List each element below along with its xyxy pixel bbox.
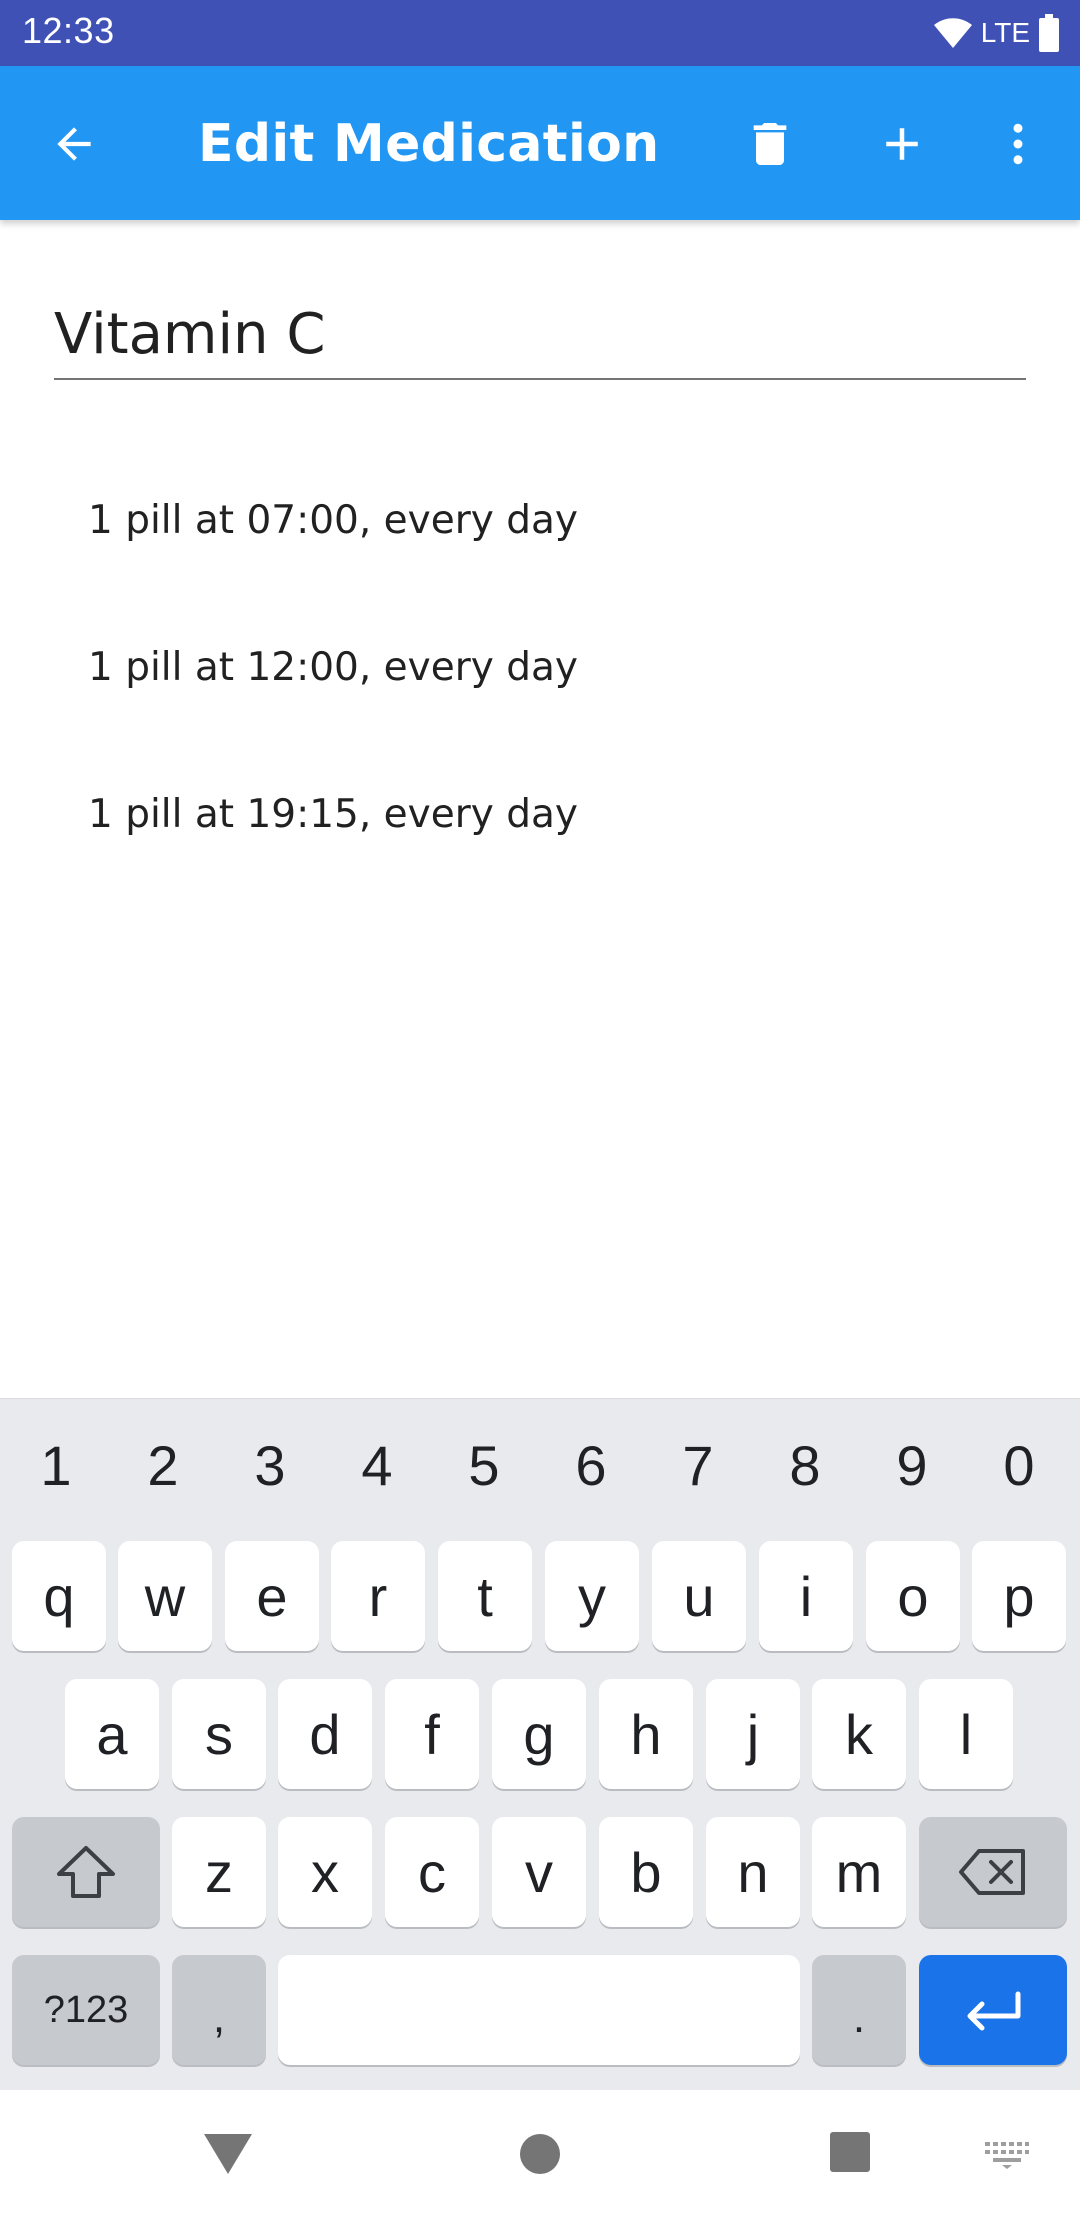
overflow-menu-button[interactable]: [978, 104, 1058, 184]
key-u[interactable]: u: [652, 1541, 746, 1651]
home-circle-icon: [520, 2134, 560, 2174]
shift-key[interactable]: [12, 1817, 160, 1927]
back-button[interactable]: [34, 104, 114, 184]
key-o[interactable]: o: [866, 1541, 960, 1651]
key-0[interactable]: 0: [969, 1433, 1069, 1498]
key-h[interactable]: h: [599, 1679, 693, 1789]
key-c[interactable]: c: [385, 1817, 479, 1927]
key-v[interactable]: v: [492, 1817, 586, 1927]
key-w[interactable]: w: [118, 1541, 212, 1651]
keyboard-icon: [985, 2142, 1029, 2169]
schedule-item[interactable]: 1 pill at 12:00, every day: [88, 645, 578, 690]
symbols-key[interactable]: ?123: [12, 1955, 160, 2065]
key-d[interactable]: d: [278, 1679, 372, 1789]
soft-keyboard: 1 2 3 4 5 6 7 8 9 0 q w e r t y u i o p …: [0, 1398, 1080, 2090]
recents-square-icon: [830, 2132, 870, 2172]
key-y[interactable]: y: [545, 1541, 639, 1651]
enter-key[interactable]: [919, 1955, 1067, 2065]
app-bar: Edit Medication: [0, 66, 1080, 220]
navigation-bar: [0, 2090, 1080, 2220]
key-1[interactable]: 1: [6, 1433, 106, 1498]
key-2[interactable]: 2: [113, 1433, 213, 1498]
shift-arrow-icon: [57, 1846, 115, 1898]
key-r[interactable]: r: [331, 1541, 425, 1651]
back-arrow-icon: [57, 127, 91, 161]
medication-name-input[interactable]: [54, 290, 1026, 380]
wifi-icon: [933, 18, 972, 48]
enter-arrow-icon: [967, 1991, 1021, 2031]
key-n[interactable]: n: [706, 1817, 800, 1927]
key-a[interactable]: a: [65, 1679, 159, 1789]
plus-icon: [886, 128, 918, 160]
key-e[interactable]: e: [225, 1541, 319, 1651]
schedule-item[interactable]: 1 pill at 07:00, every day: [88, 498, 578, 543]
key-k[interactable]: k: [812, 1679, 906, 1789]
keyboard-switch-button[interactable]: [984, 2140, 1030, 2175]
key-f[interactable]: f: [385, 1679, 479, 1789]
key-5[interactable]: 5: [434, 1433, 534, 1498]
key-s[interactable]: s: [172, 1679, 266, 1789]
nav-back-button[interactable]: [200, 2130, 256, 2183]
schedule-item[interactable]: 1 pill at 19:15, every day: [88, 792, 578, 837]
key-9[interactable]: 9: [862, 1433, 962, 1498]
comma-key[interactable]: ,: [172, 1955, 266, 2065]
page-title: Edit Medication: [198, 114, 660, 174]
key-7[interactable]: 7: [648, 1433, 748, 1498]
key-l[interactable]: l: [919, 1679, 1013, 1789]
nav-home-button[interactable]: [518, 2132, 562, 2181]
battery-icon: [1039, 14, 1059, 52]
key-z[interactable]: z: [172, 1817, 266, 1927]
key-q[interactable]: q: [12, 1541, 106, 1651]
add-schedule-button[interactable]: [862, 104, 942, 184]
key-m[interactable]: m: [812, 1817, 906, 1927]
key-4[interactable]: 4: [327, 1433, 427, 1498]
key-j[interactable]: j: [706, 1679, 800, 1789]
key-g[interactable]: g: [492, 1679, 586, 1789]
space-key[interactable]: [278, 1955, 800, 2065]
backspace-key[interactable]: [919, 1817, 1067, 1927]
key-6[interactable]: 6: [541, 1433, 641, 1498]
trash-icon: [753, 123, 787, 165]
network-type: LTE: [980, 17, 1030, 48]
backspace-icon: [959, 1849, 1025, 1895]
key-i[interactable]: i: [759, 1541, 853, 1651]
key-8[interactable]: 8: [755, 1433, 855, 1498]
key-p[interactable]: p: [972, 1541, 1066, 1651]
key-x[interactable]: x: [278, 1817, 372, 1927]
status-icons: LTE: [933, 12, 1060, 54]
back-triangle-icon: [204, 2134, 252, 2174]
status-bar: 12:33 LTE: [0, 0, 1080, 66]
key-3[interactable]: 3: [220, 1433, 320, 1498]
status-time: 12:33: [22, 10, 115, 51]
more-vert-icon: [1013, 123, 1023, 165]
nav-recents-button[interactable]: [828, 2130, 872, 2179]
key-t[interactable]: t: [438, 1541, 532, 1651]
period-key[interactable]: .: [812, 1955, 906, 2065]
delete-button[interactable]: [730, 104, 810, 184]
key-b[interactable]: b: [599, 1817, 693, 1927]
